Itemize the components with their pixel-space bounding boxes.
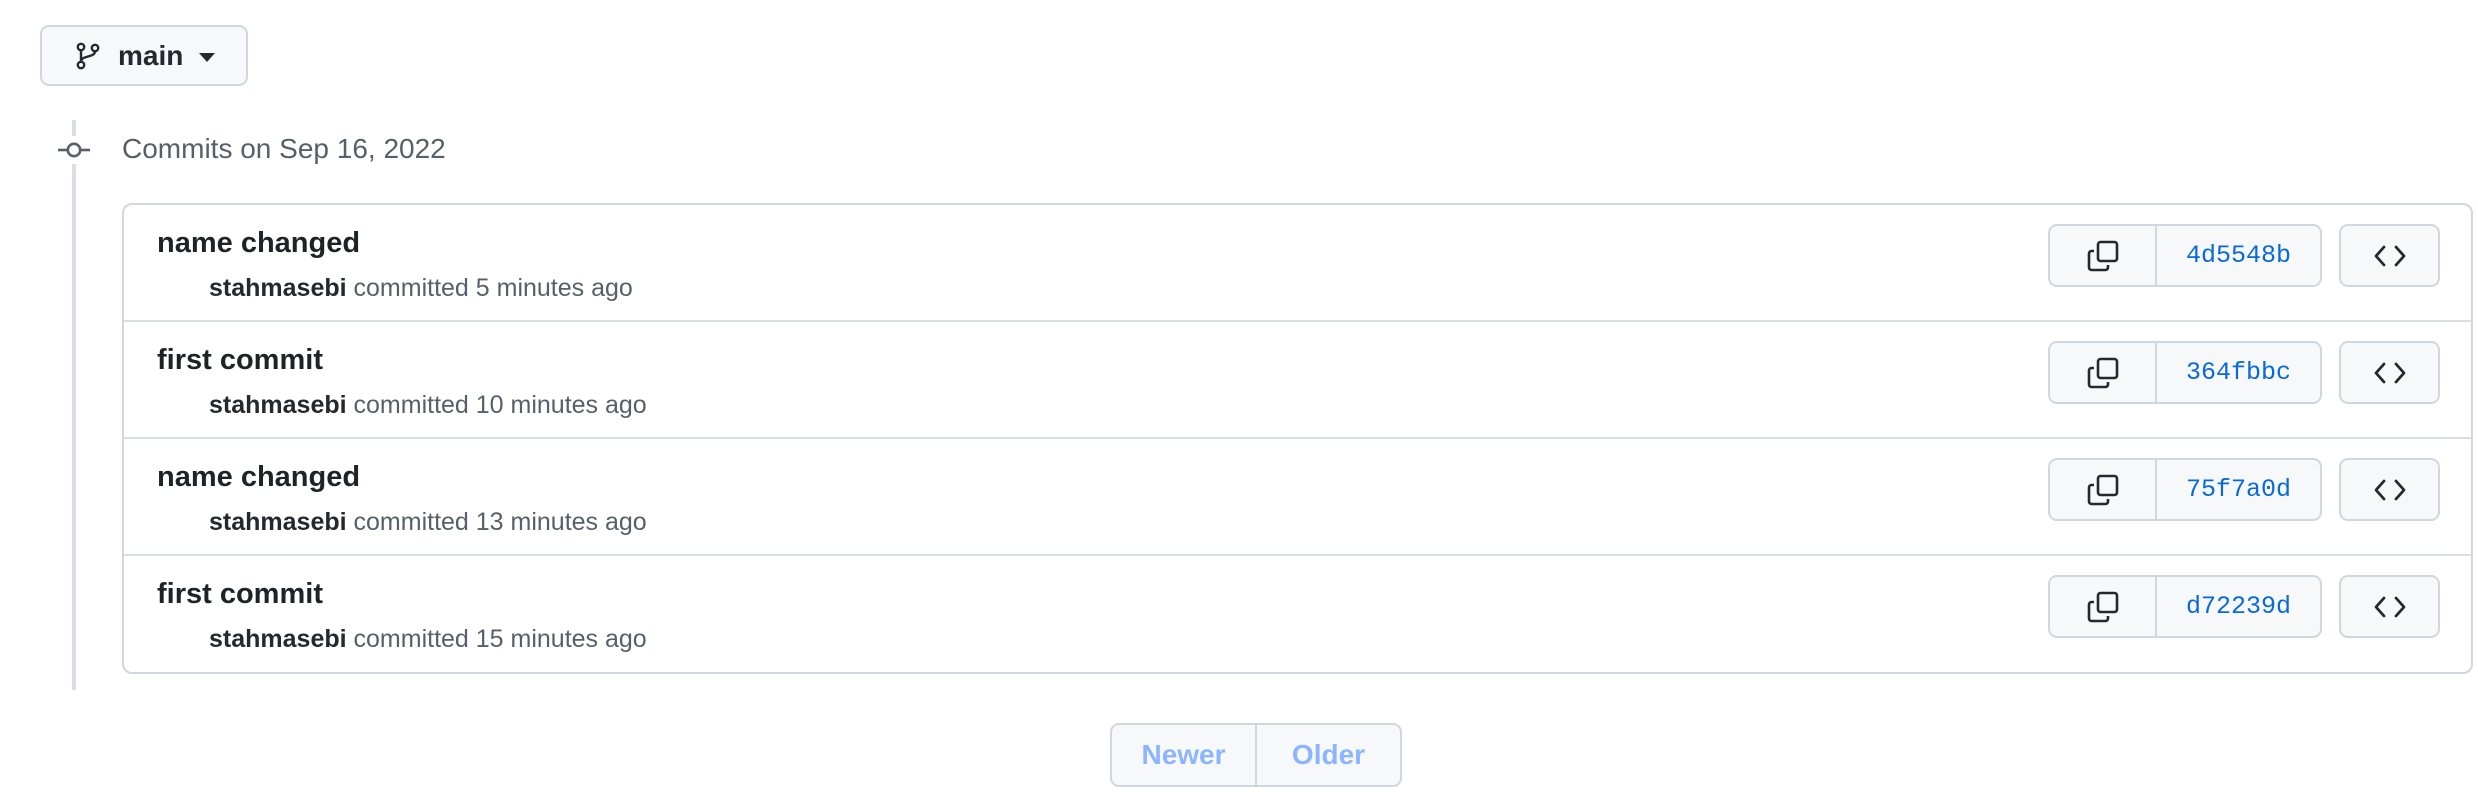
copy-sha-button[interactable] xyxy=(2050,226,2157,285)
commit-sha-link[interactable]: 364fbbc xyxy=(2157,343,2320,402)
commit-group-heading: Commits on Sep 16, 2022 xyxy=(122,133,446,164)
commit-row: name changed stahmasebi committed 5 minu… xyxy=(124,205,2471,322)
browse-repo-button[interactable] xyxy=(2339,458,2440,521)
git-branch-icon xyxy=(76,42,100,70)
commit-meta: stahmasebi committed 13 minutes ago xyxy=(209,506,647,538)
commit-sha-group: d72239d xyxy=(2048,575,2322,638)
copy-icon xyxy=(2086,239,2120,273)
commit-title-link[interactable]: first commit xyxy=(157,576,323,612)
commit-action: committed xyxy=(346,391,476,419)
commit-time: 10 minutes ago xyxy=(475,391,647,419)
commit-title-link[interactable]: name changed xyxy=(157,459,360,495)
commit-meta: stahmasebi committed 15 minutes ago xyxy=(209,623,647,655)
copy-icon xyxy=(2086,356,2120,390)
commit-row: name changed stahmasebi committed 13 min… xyxy=(124,439,2471,556)
newer-button[interactable]: Newer xyxy=(1112,725,1257,785)
commit-author-link[interactable]: stahmasebi xyxy=(209,391,347,419)
commit-sha-group: 75f7a0d xyxy=(2048,458,2322,521)
commit-sha-link[interactable]: 4d5548b xyxy=(2157,226,2320,285)
commit-action: committed xyxy=(346,508,476,536)
copy-icon xyxy=(2086,473,2120,507)
commit-author-link[interactable]: stahmasebi xyxy=(209,508,347,536)
commit-sha-link[interactable]: 75f7a0d xyxy=(2157,460,2320,519)
code-icon xyxy=(2373,244,2407,268)
copy-icon xyxy=(2086,590,2120,624)
commit-action: committed xyxy=(346,625,476,653)
older-button[interactable]: Older xyxy=(1257,725,1400,785)
commit-list: name changed stahmasebi committed 5 minu… xyxy=(122,203,2473,674)
commit-sha-link[interactable]: d72239d xyxy=(2157,577,2320,636)
browse-repo-button[interactable] xyxy=(2339,224,2440,287)
triangle-down-icon xyxy=(199,53,216,62)
timeline-line xyxy=(72,120,76,690)
commit-meta: stahmasebi committed 5 minutes ago xyxy=(209,272,633,304)
code-icon xyxy=(2373,478,2407,502)
commit-author-link[interactable]: stahmasebi xyxy=(209,274,347,302)
code-icon xyxy=(2373,595,2407,619)
copy-sha-button[interactable] xyxy=(2050,577,2157,636)
copy-sha-button[interactable] xyxy=(2050,343,2157,402)
code-icon xyxy=(2373,361,2407,385)
commit-sha-group: 364fbbc xyxy=(2048,341,2322,404)
commit-meta: stahmasebi committed 10 minutes ago xyxy=(209,389,647,421)
browse-repo-button[interactable] xyxy=(2339,341,2440,404)
commits-page: main Commits on Sep 16, 2022 name change… xyxy=(0,0,2478,804)
commit-time: 13 minutes ago xyxy=(475,508,647,536)
commit-author-link[interactable]: stahmasebi xyxy=(209,625,347,653)
pagination: Newer Older xyxy=(1110,723,1402,787)
commit-title-link[interactable]: name changed xyxy=(157,225,360,261)
commit-time: 5 minutes ago xyxy=(475,274,633,302)
commit-row: first commit stahmasebi committed 15 min… xyxy=(124,556,2471,672)
browse-repo-button[interactable] xyxy=(2339,575,2440,638)
commit-time: 15 minutes ago xyxy=(475,625,647,653)
branch-select-button[interactable]: main xyxy=(40,25,248,86)
branch-name: main xyxy=(118,39,184,71)
commit-action: committed xyxy=(346,274,476,302)
commit-title-link[interactable]: first commit xyxy=(157,342,323,378)
git-commit-icon xyxy=(58,136,90,164)
commit-sha-group: 4d5548b xyxy=(2048,224,2322,287)
copy-sha-button[interactable] xyxy=(2050,460,2157,519)
commit-row: first commit stahmasebi committed 10 min… xyxy=(124,322,2471,439)
